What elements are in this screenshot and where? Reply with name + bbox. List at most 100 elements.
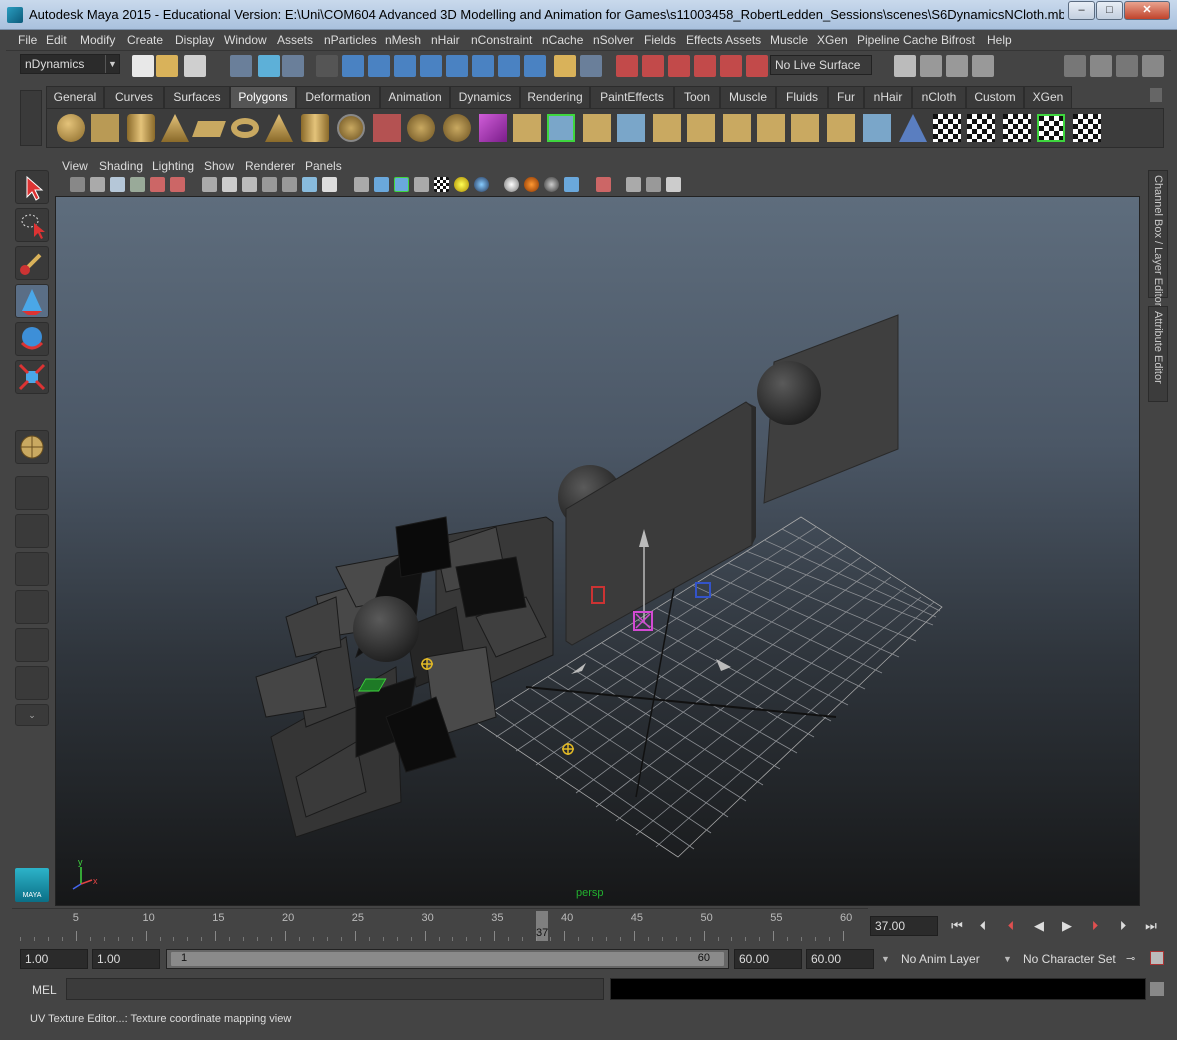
motion-blur-icon[interactable]	[524, 177, 539, 192]
multisample-aa-icon[interactable]	[544, 177, 559, 192]
append-polygon-icon[interactable]	[583, 114, 611, 142]
mel-label[interactable]: MEL	[32, 983, 57, 997]
help-icon[interactable]	[524, 55, 546, 77]
step-back-frame-icon[interactable]: ⏴	[972, 915, 994, 937]
xray-icon[interactable]	[414, 177, 429, 192]
offset-edge-loop-icon[interactable]	[687, 114, 715, 142]
menu-nhair[interactable]: nHair	[431, 33, 460, 47]
persp-graph-layout-icon[interactable]	[15, 590, 49, 624]
tool-settings-toggle-icon[interactable]	[1116, 55, 1138, 77]
magnet-point-icon[interactable]	[694, 55, 716, 77]
duplicate-face-icon[interactable]	[899, 114, 927, 142]
automatic-mapping-icon[interactable]	[1037, 114, 1065, 142]
auto-key-icon[interactable]: ⊸	[1126, 952, 1142, 966]
uv-texture-editor-icon[interactable]	[1073, 114, 1101, 142]
smooth-proxy-icon[interactable]	[479, 114, 507, 142]
menu-pipeline-cache[interactable]: Pipeline Cache	[857, 33, 938, 47]
grid-icon[interactable]	[202, 177, 217, 192]
snap-curve-icon[interactable]	[368, 55, 390, 77]
go-to-start-icon[interactable]: ⏮	[946, 915, 968, 937]
poly-cylinder-icon[interactable]	[127, 114, 155, 142]
tab-toon[interactable]: Toon	[674, 86, 720, 108]
scale-tool-icon[interactable]	[15, 360, 49, 394]
shadows-icon[interactable]	[474, 177, 489, 192]
smooth-icon[interactable]	[443, 114, 471, 142]
render-view-icon[interactable]	[894, 55, 916, 77]
collapse-icon[interactable]	[827, 114, 855, 142]
end-time-field[interactable]: 60.00	[806, 949, 874, 969]
two-d-pan-zoom-icon[interactable]	[150, 177, 165, 192]
field-chart-icon[interactable]	[282, 177, 297, 192]
go-to-end-icon[interactable]: ⏭	[1140, 915, 1162, 937]
live-surface-field[interactable]: No Live Surface	[770, 55, 872, 75]
menu-effects-assets[interactable]: Effects Assets	[686, 33, 761, 47]
safe-title-icon[interactable]	[322, 177, 337, 192]
attribute-editor-toggle-icon[interactable]	[1142, 55, 1164, 77]
lock-icon[interactable]	[554, 55, 576, 77]
menu-bifrost[interactable]: Bifrost	[941, 33, 975, 47]
select-hierarchy-icon[interactable]	[230, 55, 252, 77]
poly-pipe-icon[interactable]	[301, 114, 329, 142]
poly-torus-icon[interactable]	[231, 118, 259, 138]
playback-start-field[interactable]: 1.00	[92, 949, 160, 969]
snap-grid-icon[interactable]	[342, 55, 364, 77]
bookmarks-icon[interactable]	[110, 177, 125, 192]
snap-surface-icon[interactable]	[472, 55, 494, 77]
render-settings-icon[interactable]	[972, 55, 994, 77]
combine-icon[interactable]	[373, 114, 401, 142]
panel-menu-panels[interactable]: Panels	[305, 159, 342, 173]
use-all-lights-icon[interactable]	[454, 177, 469, 192]
grease-pencil-icon[interactable]	[170, 177, 185, 192]
screen-space-ao-icon[interactable]	[504, 177, 519, 192]
wireframe-on-shaded-icon[interactable]	[394, 177, 409, 192]
channel-box-tab[interactable]: Channel Box / Layer Editor	[1148, 170, 1168, 306]
menuset-dropdown[interactable]: nDynamics ▼	[20, 54, 120, 74]
menu-edit[interactable]: Edit	[46, 33, 67, 47]
textured-icon[interactable]	[434, 177, 449, 192]
snap-point-icon[interactable]	[394, 55, 416, 77]
magnet-grid-icon[interactable]	[642, 55, 664, 77]
step-back-key-icon[interactable]: ⏴	[1000, 915, 1022, 937]
extrude-icon[interactable]	[513, 114, 541, 142]
menu-nsolver[interactable]: nSolver	[593, 33, 634, 47]
poly-platonic-icon[interactable]	[337, 114, 365, 142]
magnet-view-icon[interactable]	[720, 55, 742, 77]
menu-display[interactable]: Display	[175, 33, 214, 47]
separate-icon[interactable]	[407, 114, 435, 142]
move-tool-icon[interactable]	[15, 284, 49, 318]
close-button[interactable]: ✕	[1124, 1, 1170, 20]
start-time-field[interactable]: 1.00	[20, 949, 88, 969]
more-layouts-chevron-icon[interactable]: ⌄	[15, 704, 49, 726]
planar-mapping-icon[interactable]	[933, 114, 961, 142]
tab-fur[interactable]: Fur	[828, 86, 864, 108]
panel-menu-show[interactable]: Show	[204, 159, 234, 173]
menu-xgen[interactable]: XGen	[817, 33, 848, 47]
safe-action-icon[interactable]	[302, 177, 317, 192]
menu-assets[interactable]: Assets	[277, 33, 313, 47]
tab-fluids[interactable]: Fluids	[776, 86, 828, 108]
sidebar-toggle-icon[interactable]	[1064, 55, 1086, 77]
open-scene-icon[interactable]	[156, 55, 178, 77]
tab-dynamics[interactable]: Dynamics	[450, 86, 520, 108]
snap-view-plane-icon[interactable]	[420, 55, 442, 77]
rotate-tool-icon[interactable]	[15, 322, 49, 356]
last-tool-icon[interactable]	[15, 430, 49, 464]
magnet-curve-icon[interactable]	[668, 55, 690, 77]
select-component-icon[interactable]	[282, 55, 304, 77]
tab-ncloth[interactable]: nCloth	[912, 86, 966, 108]
wall-intact[interactable]	[565, 401, 753, 646]
playback-end-field[interactable]: 60.00	[734, 949, 802, 969]
menu-file[interactable]: File	[18, 33, 37, 47]
character-set-dropdown[interactable]: ▼ No Character Set	[1002, 949, 1122, 969]
locator-icon[interactable]	[562, 743, 574, 755]
tab-polygons[interactable]: Polygons	[230, 86, 296, 108]
step-forward-key-icon[interactable]: ⏵	[1084, 915, 1106, 937]
bridge-icon[interactable]	[547, 114, 575, 142]
range-slider-handle[interactable]: 1 60	[171, 952, 724, 966]
poly-plane-icon[interactable]	[192, 121, 226, 137]
magnet-icon[interactable]	[616, 55, 638, 77]
menu-fields[interactable]: Fields	[644, 33, 676, 47]
depth-of-field-icon[interactable]	[564, 177, 579, 192]
image-plane-icon[interactable]	[130, 177, 145, 192]
tab-muscle[interactable]: Muscle	[720, 86, 776, 108]
